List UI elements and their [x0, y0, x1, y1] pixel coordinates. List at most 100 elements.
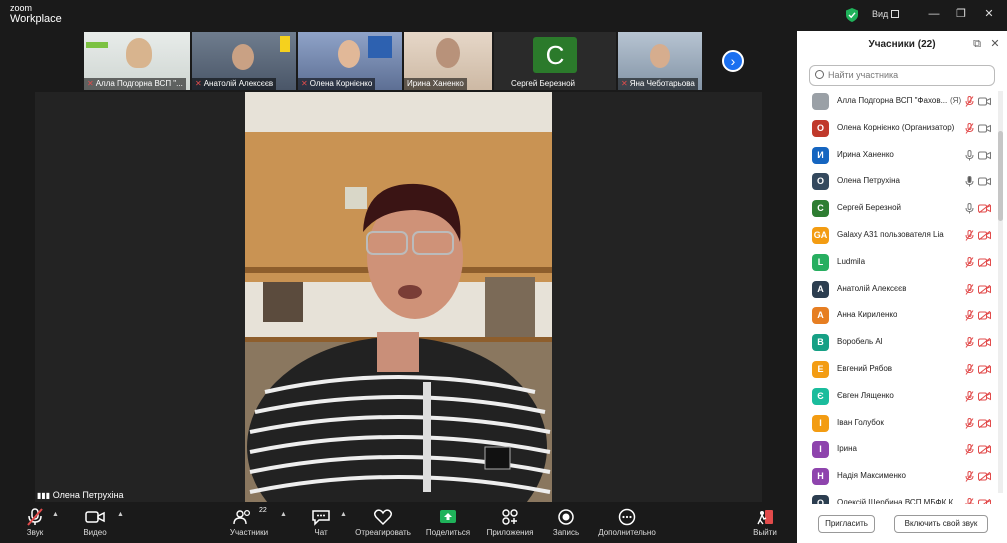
participant-row[interactable]: Є Євген Лященко [797, 384, 997, 410]
participant-name: Анна Кириленко [837, 310, 898, 320]
mic-muted-icon [965, 471, 974, 482]
camera-off-icon [978, 499, 991, 504]
share-button[interactable]: Поделиться [424, 503, 472, 543]
video-thumbnail-strip: ✕ Алла Подгорна ВСП "... ✕ Анатолій Алексє… [84, 32, 714, 90]
invite-button[interactable]: Пригласить [818, 515, 875, 533]
participant-row[interactable]: И Ирина Ханенко [797, 143, 997, 169]
panel-title: Учасники (22) [868, 39, 936, 50]
thumbnail-tile[interactable]: ✕ Яна Чеботарьова [618, 32, 702, 90]
camera-off-icon [978, 284, 991, 294]
avatar: C [533, 37, 577, 73]
thumbnail-tile[interactable]: Ирина Ханенко [404, 32, 492, 90]
thumbnail-name-text: Алла Подгорна ВСП "... [95, 79, 183, 88]
scrollbar[interactable] [998, 91, 1003, 493]
camera-icon [978, 124, 991, 133]
participant-video [126, 38, 152, 68]
record-button[interactable]: Запись [548, 503, 584, 543]
camera-off-icon [978, 391, 991, 401]
avatar: Е [812, 361, 829, 378]
main-video-stage [35, 92, 762, 502]
close-icon[interactable]: ✕ [981, 6, 997, 22]
thumbnail-name-text: Ирина Ханенко [407, 79, 464, 88]
avatar: І [812, 414, 829, 432]
shield-icon[interactable] [846, 8, 858, 22]
participants-button[interactable]: 22 Участники [226, 503, 272, 543]
participant-row[interactable]: Алла Подгорна ВСП "Фахов... (Я) [797, 89, 997, 115]
participant-row[interactable]: О Олена Петрухіна [797, 169, 997, 195]
logo-line-1: zoom [10, 3, 33, 13]
audio-options-chevron-icon[interactable]: ▲ [52, 511, 59, 518]
mic-muted-icon [27, 508, 43, 526]
meeting-toolbar: Звук ▲ Видео ▲ 22 Участники ▲ Чат ▲ Отре… [0, 503, 797, 543]
video-options-chevron-icon[interactable]: ▲ [117, 511, 124, 518]
participant-row[interactable]: С Сергей Березной [797, 196, 997, 222]
participant-video [436, 38, 460, 68]
avatar: И [812, 146, 829, 164]
restore-icon[interactable]: ❐ [953, 6, 969, 22]
react-button[interactable]: Отреагировать [354, 503, 412, 543]
unmute-self-button[interactable]: Включить свой звук [894, 515, 988, 533]
thumbnail-name-text: Олена Корнієнко [309, 79, 373, 88]
mic-muted-icon [965, 337, 974, 348]
participant-row[interactable]: Н Надія Максименко [797, 464, 997, 490]
participants-options-chevron-icon[interactable]: ▲ [280, 511, 287, 518]
mic-muted-icon: ✕ [301, 79, 308, 88]
more-button[interactable]: Дополнительно [596, 503, 658, 543]
logo-line-2: Workplace [10, 13, 62, 25]
chat-icon [312, 510, 330, 526]
camera-off-icon [978, 257, 991, 267]
participant-row[interactable]: О Олена Корнієнко (Организатор) [797, 116, 997, 142]
thumbnail-tile[interactable]: ✕ Анатолій Алексєєв [192, 32, 296, 90]
video-decor [86, 42, 108, 48]
video-button[interactable]: Видео [78, 503, 112, 543]
participant-row[interactable]: Е Евгений Рябов [797, 357, 997, 383]
participant-row[interactable]: О Олексій Щербина ВСП МБФК К... [797, 491, 997, 504]
video-label: Видео [83, 528, 107, 537]
participant-name: Алла Подгорна ВСП "Фахов... [837, 96, 948, 105]
apps-button[interactable]: Приложения [484, 503, 536, 543]
thumbnail-tile[interactable]: ✕ Олена Корнієнко [298, 32, 402, 90]
participant-name: Надія Максименко [837, 471, 906, 481]
thumbnail-tile[interactable]: ✕ Алла Подгорна ВСП "... [84, 32, 190, 90]
speaker-name: Олена Петрухіна [52, 490, 124, 500]
participant-name: Ірина [837, 444, 858, 454]
participant-row[interactable]: І Ірина [797, 437, 997, 463]
participant-row[interactable]: В Воробель Al [797, 330, 997, 356]
search-icon [815, 70, 824, 79]
close-panel-icon[interactable]: ✕ [989, 38, 1001, 50]
camera-off-icon [978, 311, 991, 321]
mic-muted-icon [965, 96, 974, 107]
avatar: І [812, 441, 829, 459]
participant-name: Олексій Щербина ВСП МБФК К... [837, 498, 960, 504]
next-page-button[interactable]: › [722, 50, 744, 72]
grid-view-icon[interactable] [891, 10, 899, 18]
scrollbar-thumb[interactable] [998, 131, 1003, 221]
speaker-name-label: ▮▮▮ Олена Петрухіна [37, 490, 124, 500]
mic-muted-icon [965, 122, 974, 134]
pop-out-icon[interactable]: ⧉ [971, 38, 983, 50]
mic-muted-icon [965, 444, 974, 456]
participant-row[interactable]: А Анатолій Алексєєв [797, 277, 997, 303]
participant-row[interactable]: А Анна Кириленко [797, 303, 997, 329]
mic-muted-icon: ✕ [621, 79, 628, 88]
participant-name: Воробель Al [837, 337, 883, 347]
audio-label: Звук [26, 528, 44, 537]
participant-row[interactable]: І Іван Голубок [797, 411, 997, 437]
participant-row[interactable]: GA Galaxy A31 пользователя Lia [797, 223, 997, 249]
mic-icon [965, 176, 974, 187]
participant-row[interactable]: L Ludmila [797, 250, 997, 276]
avatar: GA [812, 227, 829, 244]
minimize-icon[interactable]: — [926, 6, 942, 22]
search-input[interactable]: Найти участника [809, 65, 995, 86]
participant-name: Ludmila [837, 256, 866, 266]
view-menu-label[interactable]: Вид [872, 9, 888, 19]
leave-button[interactable]: Выйти [750, 503, 780, 543]
audio-button[interactable]: Звук [18, 503, 52, 543]
participants-panel: Учасники (22) ⧉ ✕ Найти участника Алла П… [797, 31, 1007, 543]
avatar: L [812, 253, 829, 271]
chat-button[interactable]: Чат [306, 503, 336, 543]
thumbnail-tile[interactable]: C Сергей Березной [494, 32, 616, 90]
leave-icon [757, 510, 773, 525]
chat-options-chevron-icon[interactable]: ▲ [340, 511, 347, 518]
record-icon [558, 509, 574, 525]
